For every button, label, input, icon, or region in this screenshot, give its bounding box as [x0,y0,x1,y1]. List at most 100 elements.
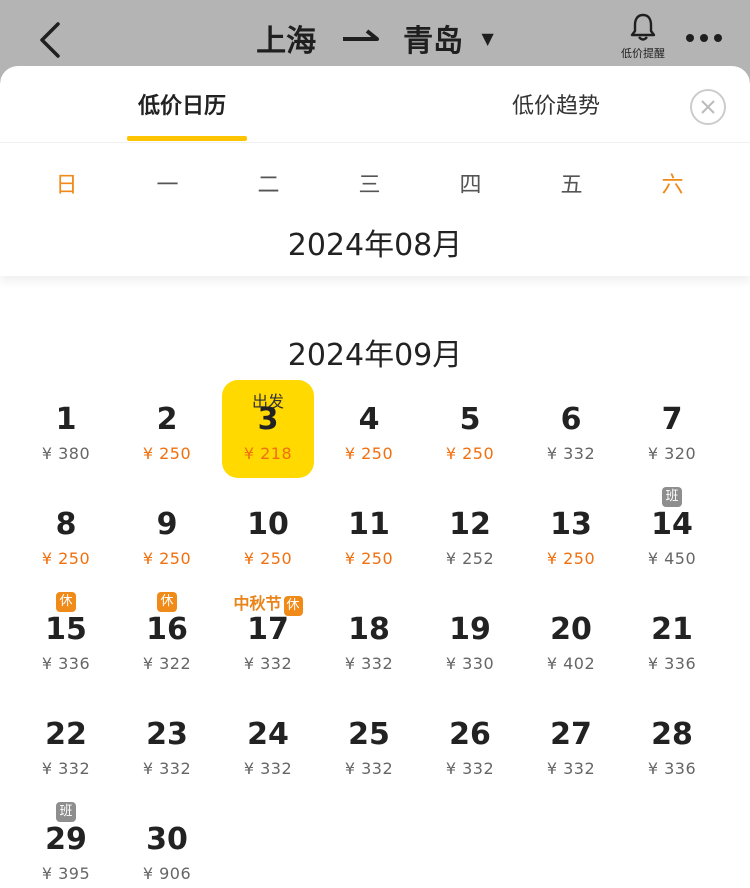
currency-symbol: ¥ [142,864,154,883]
price-alert-button[interactable]: 低价提醒 [612,12,674,64]
dropdown-caret-icon: ▼ [481,28,494,48]
day-number: 2 [156,402,178,437]
day-price: ¥ 320 [626,444,718,463]
date-cell[interactable]: 26 ¥ 332 [424,695,516,793]
date-cell[interactable]: 13 ¥ 250 [525,485,617,583]
weekday-sun: 日 [55,173,78,198]
tab-low-price-calendar[interactable]: 低价日历 [138,88,226,120]
day-price: ¥ 402 [525,654,617,673]
selected-date-cell[interactable]: 出发 3 ¥ 218 [222,380,314,478]
date-cell[interactable]: 2 ¥ 250 [121,380,213,478]
price-value: 332 [159,759,192,778]
day-price: ¥ 250 [323,549,415,568]
date-cell[interactable]: 休 15 ¥ 336 [20,590,112,688]
date-cell[interactable]: 23 ¥ 332 [121,695,213,793]
currency-symbol: ¥ [142,759,154,778]
currency-symbol: ¥ [445,654,457,673]
date-tag [20,380,112,402]
price-value: 332 [260,654,293,673]
date-cell[interactable]: 30 ¥ 906 [121,800,213,888]
date-tag: 班 [626,485,718,507]
day-price: ¥ 250 [20,549,112,568]
close-icon[interactable] [690,89,726,125]
currency-symbol: ¥ [142,444,154,463]
date-cell[interactable]: 7 ¥ 320 [626,380,718,478]
date-tag: 休 [20,590,112,612]
day-number: 16 [146,612,188,647]
day-price: ¥ 332 [20,759,112,778]
date-tag [525,485,617,507]
currency-symbol: ¥ [41,654,53,673]
currency-symbol: ¥ [142,549,154,568]
date-cell[interactable]: 18 ¥ 332 [323,590,415,688]
date-cell[interactable]: 12 ¥ 252 [424,485,516,583]
price-value: 330 [462,654,495,673]
calendar-sheet: 低价日历 低价趋势 日 一 二 三 四 五 六 2024年08月 2024年09… [0,66,750,888]
currency-symbol: ¥ [142,654,154,673]
price-value: 250 [159,549,192,568]
price-value: 250 [361,444,394,463]
currency-symbol: ¥ [647,654,659,673]
price-value: 252 [462,549,495,568]
date-cell[interactable]: 10 ¥ 250 [222,485,314,583]
date-tag [424,485,516,507]
currency-symbol: ¥ [647,759,659,778]
date-cell[interactable]: 11 ¥ 250 [323,485,415,583]
origin-city: 上海 [256,24,317,59]
price-value: 250 [563,549,596,568]
day-number: 14 [651,507,693,542]
day-price: ¥ 332 [222,759,314,778]
date-cell[interactable]: 22 ¥ 332 [20,695,112,793]
date-cell[interactable]: 5 ¥ 250 [424,380,516,478]
price-value: 218 [260,444,293,463]
date-cell[interactable]: 24 ¥ 332 [222,695,314,793]
price-value: 322 [159,654,192,673]
day-number: 19 [449,612,491,647]
currency-symbol: ¥ [344,549,356,568]
price-value: 250 [361,549,394,568]
date-cell[interactable]: 25 ¥ 332 [323,695,415,793]
date-tag [626,695,718,717]
date-tag [525,380,617,402]
day-number: 13 [550,507,592,542]
date-cell[interactable]: 中秋节休 17 ¥ 332 [222,590,314,688]
date-cell[interactable]: 28 ¥ 336 [626,695,718,793]
date-cell[interactable]: 1 ¥ 380 [20,380,112,478]
date-cell[interactable]: 休 16 ¥ 322 [121,590,213,688]
day-price: ¥ 336 [626,759,718,778]
date-cell[interactable]: 19 ¥ 330 [424,590,516,688]
date-cell[interactable]: 班 14 ¥ 450 [626,485,718,583]
day-number: 1 [55,402,77,437]
date-tag [222,485,314,507]
day-number: 21 [651,612,693,647]
currency-symbol: ¥ [445,444,457,463]
date-cell[interactable]: 班 29 ¥ 395 [20,800,112,888]
day-number: 26 [449,717,491,752]
date-tag: 休 [121,590,213,612]
holiday-rest-badge: 休 [157,592,177,612]
date-tag [525,695,617,717]
price-value: 332 [361,654,394,673]
date-tag [20,485,112,507]
tab-low-price-trend[interactable]: 低价趋势 [512,88,600,120]
price-value: 336 [664,654,697,673]
currency-symbol: ¥ [546,549,558,568]
day-number: 28 [651,717,693,752]
weekday-thu: 四 [459,173,482,198]
date-cell[interactable]: 20 ¥ 402 [525,590,617,688]
day-number: 18 [348,612,390,647]
date-tag [121,800,213,822]
date-cell[interactable]: 21 ¥ 336 [626,590,718,688]
sticky-month-header: 2024年08月 [0,214,750,276]
day-price: ¥ 250 [323,444,415,463]
date-cell[interactable]: 4 ¥ 250 [323,380,415,478]
currency-symbol: ¥ [647,444,659,463]
date-cell[interactable]: 6 ¥ 332 [525,380,617,478]
more-icon[interactable] [686,32,722,44]
day-price: ¥ 336 [626,654,718,673]
date-cell[interactable]: 9 ¥ 250 [121,485,213,583]
day-price: ¥ 332 [121,759,213,778]
date-cell[interactable]: 27 ¥ 332 [525,695,617,793]
date-cell[interactable]: 8 ¥ 250 [20,485,112,583]
day-price: ¥ 336 [20,654,112,673]
